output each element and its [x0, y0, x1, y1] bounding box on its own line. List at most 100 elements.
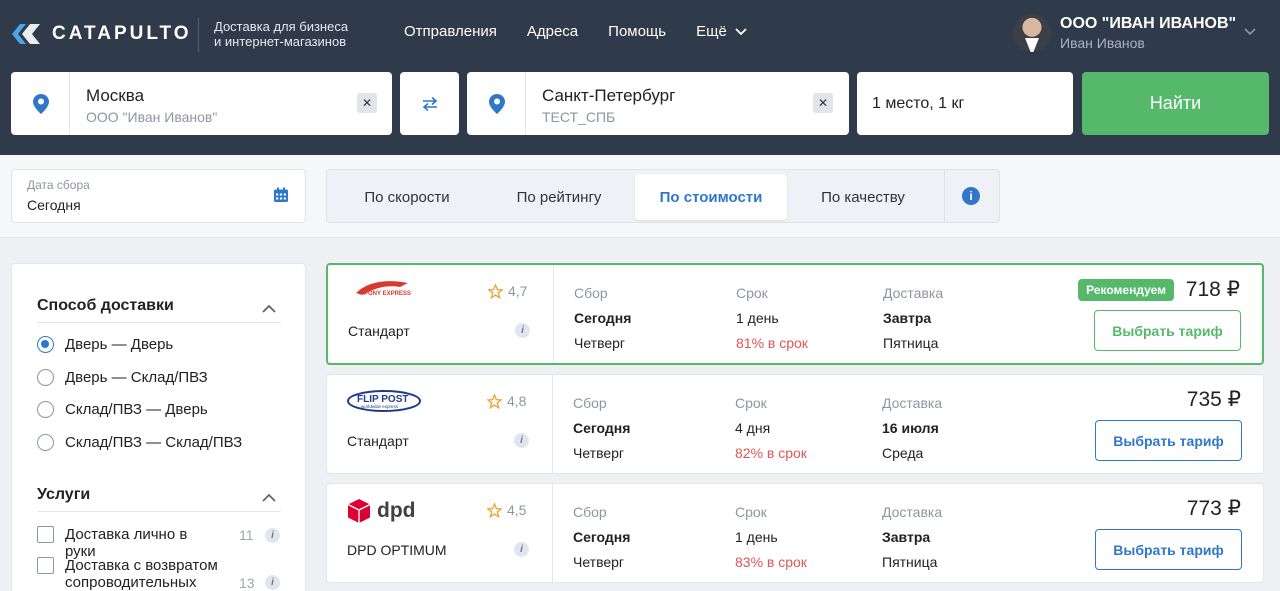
checkbox[interactable]	[37, 526, 54, 543]
info-icon[interactable]: i	[514, 542, 529, 557]
tab-price[interactable]: По стоимости	[635, 174, 787, 220]
service-label: Доставка лично в руки	[65, 526, 188, 560]
radio-door-door[interactable]: Дверь — Дверь	[37, 336, 173, 353]
info-icon[interactable]: i	[265, 528, 280, 543]
tab-quality[interactable]: По качеству	[787, 174, 939, 220]
close-icon: ✕	[817, 96, 829, 110]
user-name: Иван Иванов	[1060, 35, 1145, 51]
tab-rating[interactable]: По рейтингу	[483, 174, 635, 220]
tagline-line-2: и интернет-магазинов	[214, 34, 347, 49]
chevron-down-icon[interactable]	[1244, 28, 1256, 36]
info-icon[interactable]: i	[514, 433, 529, 448]
card-divider	[553, 265, 554, 363]
clear-from-button[interactable]: ✕	[357, 93, 377, 113]
to-field[interactable]: Санкт-Петербург ТЕСТ_СПБ ✕	[467, 72, 849, 135]
nav-item-more-label: Ещё	[696, 23, 727, 40]
radio-button[interactable]	[37, 369, 54, 386]
delivery-label: Доставка	[883, 285, 944, 301]
radio-label: Склад/ПВЗ — Склад/ПВЗ	[65, 434, 243, 451]
logo-divider	[198, 18, 199, 52]
carrier-logo: FLIP POST worldwide express	[347, 387, 427, 417]
term-column: Срок 1 день 81% в срок	[736, 281, 808, 356]
carrier-logo-icon: PONY EXPRESS	[356, 281, 411, 297]
carrier-logo-subtext: worldwide express	[361, 404, 399, 409]
service-label: Доставка с возвратом сопроводительных	[65, 557, 218, 591]
radio-door-pvz[interactable]: Дверь — Склад/ПВЗ	[37, 369, 208, 386]
service-personal-delivery[interactable]: Доставка лично в руки	[37, 526, 217, 560]
radio-button[interactable]	[37, 336, 54, 353]
term-column: Срок 1 день 83% в срок	[735, 500, 807, 575]
main-nav: Отправления Адреса Помощь Ещё	[404, 23, 777, 40]
pickup-label: Сбор	[574, 285, 608, 301]
nav-item-shipments[interactable]: Отправления	[404, 23, 497, 40]
delivery-method-title: Способ доставки	[37, 297, 174, 314]
recommended-badge: Рекомендуем	[1078, 279, 1174, 301]
location-pin-icon	[33, 94, 49, 114]
delivery-column: Доставка 16 июля Среда	[882, 391, 942, 466]
term-column: Срок 4 дня 82% в срок	[735, 391, 807, 466]
service-return-docs[interactable]: Доставка с возвратом сопроводительных	[37, 557, 227, 591]
carrier-logo-icon: FLIP POST worldwide express	[347, 390, 421, 412]
radio-button[interactable]	[37, 434, 54, 451]
carrier-logo-text: PONY EXPRESS	[364, 291, 411, 297]
delivery-day: Завтра	[882, 529, 931, 545]
choose-tariff-button[interactable]: Выбрать тариф	[1094, 310, 1241, 351]
offer-card[interactable]: dpd 4,5 DPD OPTIMUM i Сбор Сегодня Четве…	[326, 483, 1264, 583]
tab-speed[interactable]: По скорости	[331, 174, 483, 220]
radio-button[interactable]	[37, 401, 54, 418]
delivery-column: Доставка Завтра Пятница	[883, 281, 943, 356]
dpd-cube-icon	[347, 499, 371, 523]
choose-tariff-button[interactable]: Выбрать тариф	[1095, 529, 1242, 570]
filters-panel: Способ доставки Дверь — Дверь Дверь — Ск…	[11, 263, 306, 591]
nav-item-more[interactable]: Ещё	[696, 23, 747, 40]
user-info: ООО "ИВАН ИВАНОВ" Иван Иванов	[1060, 15, 1236, 51]
clear-to-button[interactable]: ✕	[813, 93, 833, 113]
places-field[interactable]: 1 место, 1 кг	[857, 72, 1073, 135]
carrier-rating: 4,7	[488, 283, 527, 299]
chevron-up-icon[interactable]	[262, 493, 276, 502]
services-title: Услуги	[37, 486, 91, 503]
sort-tabs: По скорости По рейтингу По стоимости По …	[326, 169, 1000, 223]
offer-card[interactable]: FLIP POST worldwide express 4,8 Стандарт…	[326, 374, 1264, 474]
offer-card[interactable]: PONY EXPRESS 4,7 Стандарт i Сбор Сегодня…	[326, 263, 1264, 365]
field-divider	[525, 72, 526, 135]
radio-pvz-door[interactable]: Склад/ПВЗ — Дверь	[37, 401, 208, 418]
info-icon[interactable]: i	[515, 323, 530, 338]
nav-item-addresses[interactable]: Адреса	[527, 23, 578, 40]
delivery-weekday: Среда	[882, 445, 924, 461]
star-icon	[488, 283, 503, 299]
calendar-icon[interactable]	[273, 187, 289, 203]
delivery-label: Доставка	[882, 395, 943, 411]
find-button[interactable]: Найти	[1082, 72, 1269, 135]
pickup-date-field[interactable]: Дата сбора Сегодня	[11, 169, 306, 223]
from-field[interactable]: Москва ООО "Иван Иванов" ✕	[11, 72, 392, 135]
info-icon[interactable]: i	[962, 187, 980, 205]
logo-text: CATAPULTO	[52, 23, 192, 44]
swap-icon	[422, 96, 437, 111]
card-divider	[552, 375, 553, 473]
choose-tariff-button[interactable]: Выбрать тариф	[1095, 420, 1242, 461]
user-menu[interactable]: ООО "ИВАН ИВАНОВ" Иван Иванов	[1013, 14, 1236, 52]
checkbox[interactable]	[37, 557, 54, 574]
price: 718 ₽	[1185, 278, 1240, 301]
swap-button[interactable]	[400, 72, 459, 135]
carrier-logo-text: dpd	[377, 499, 416, 522]
carrier-rating: 4,5	[487, 502, 526, 518]
card-divider	[552, 484, 553, 582]
from-city: Москва	[86, 86, 145, 105]
to-address: ТЕСТ_СПБ	[542, 109, 616, 125]
nav-item-help[interactable]: Помощь	[608, 23, 666, 40]
location-pin-icon	[489, 94, 505, 114]
pickup-day: Сегодня	[574, 310, 632, 326]
radio-pvz-pvz[interactable]: Склад/ПВЗ — Склад/ПВЗ	[37, 434, 242, 451]
chevron-down-icon	[735, 27, 747, 35]
pickup-date-label: Дата сбора	[27, 178, 90, 192]
tab-divider	[944, 170, 945, 222]
chevron-up-icon[interactable]	[262, 304, 276, 313]
pickup-day: Сегодня	[573, 420, 631, 436]
service-count: 11	[239, 527, 254, 543]
info-icon[interactable]: i	[265, 575, 280, 590]
service-count: 13	[239, 575, 255, 591]
logo[interactable]: CATAPULTO	[10, 18, 192, 50]
delivery-day: Завтра	[883, 310, 932, 326]
